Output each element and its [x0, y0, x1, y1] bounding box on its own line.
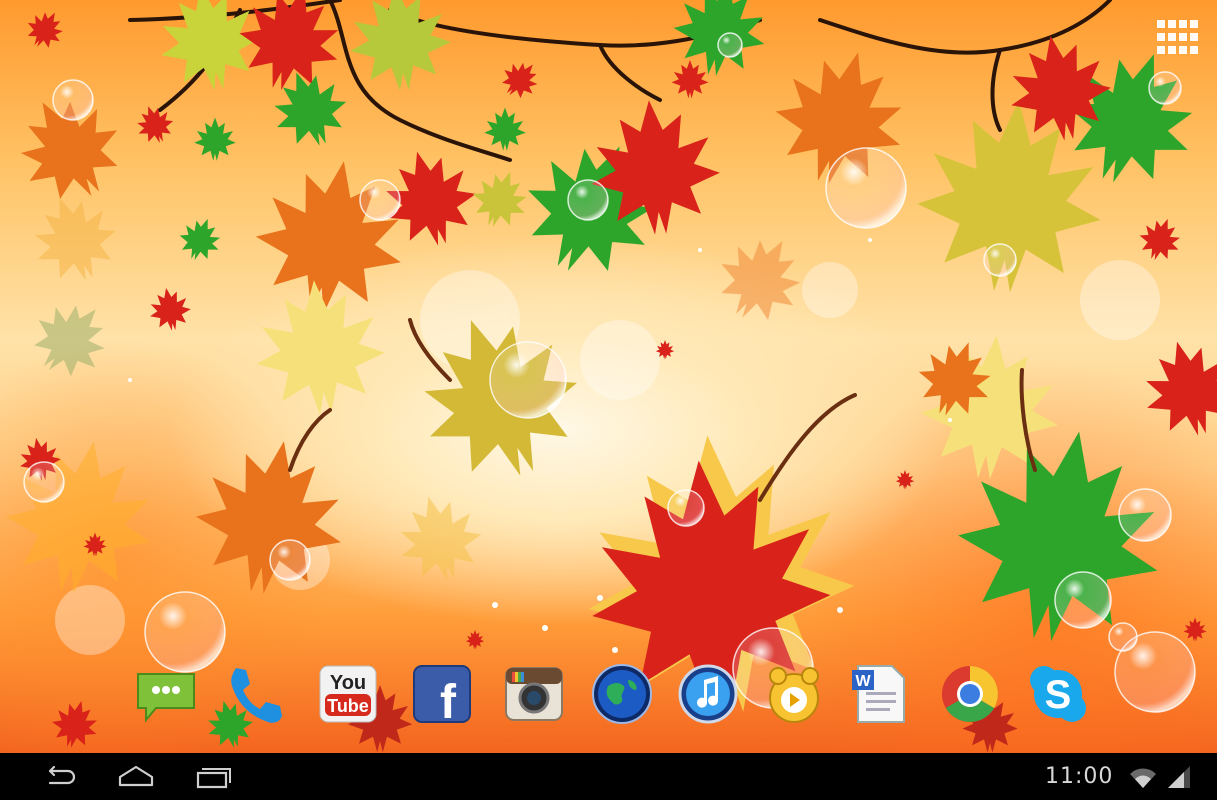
browser-app-icon[interactable]: [590, 662, 654, 726]
instagram-icon: [505, 667, 563, 721]
navigation-bar: 11:00: [0, 753, 1217, 800]
facebook-letter: f: [440, 676, 457, 726]
music-icon: [678, 664, 738, 724]
back-button[interactable]: [32, 763, 88, 791]
chrome-app-icon[interactable]: [938, 662, 1002, 726]
autumn-leaves-wallpaper: [0, 0, 1217, 753]
phone-icon: [231, 668, 282, 723]
messaging-icon: [137, 673, 195, 723]
messaging-app-icon[interactable]: [134, 662, 198, 726]
gom-player-app-icon[interactable]: [762, 662, 826, 726]
skype-app-icon[interactable]: S: [1026, 662, 1090, 726]
youtube-you-text: You: [330, 672, 366, 694]
recent-apps-button[interactable]: [186, 763, 242, 791]
dock: You Tube f W S: [130, 662, 1090, 732]
music-app-icon[interactable]: [676, 662, 740, 726]
skype-icon: S: [1030, 666, 1086, 722]
word-document-app-icon[interactable]: W: [848, 662, 912, 726]
word-letter: W: [855, 673, 871, 690]
phone-app-icon[interactable]: [222, 662, 286, 726]
wifi-icon: [1130, 768, 1156, 788]
word-document-icon: W: [852, 665, 905, 723]
youtube-tube-text: Tube: [327, 696, 369, 716]
status-clock[interactable]: 11:00: [1045, 764, 1113, 789]
recent-apps-icon: [196, 768, 231, 789]
globe-icon: [592, 664, 652, 724]
wallpaper-art: [0, 0, 1217, 753]
home-button[interactable]: [108, 763, 164, 791]
chrome-icon: [942, 666, 998, 722]
facebook-icon: f: [413, 665, 471, 726]
instagram-app-icon[interactable]: [502, 662, 566, 726]
facebook-app-icon[interactable]: f: [410, 662, 474, 726]
skype-letter: S: [1045, 673, 1072, 717]
youtube-app-icon[interactable]: You Tube: [316, 662, 380, 726]
signal-icon: [1168, 766, 1190, 788]
back-icon: [48, 765, 76, 785]
home-icon: [118, 765, 154, 787]
youtube-icon: You Tube: [319, 665, 377, 723]
gom-player-icon: [769, 667, 819, 723]
all-apps-button[interactable]: [1153, 16, 1198, 60]
